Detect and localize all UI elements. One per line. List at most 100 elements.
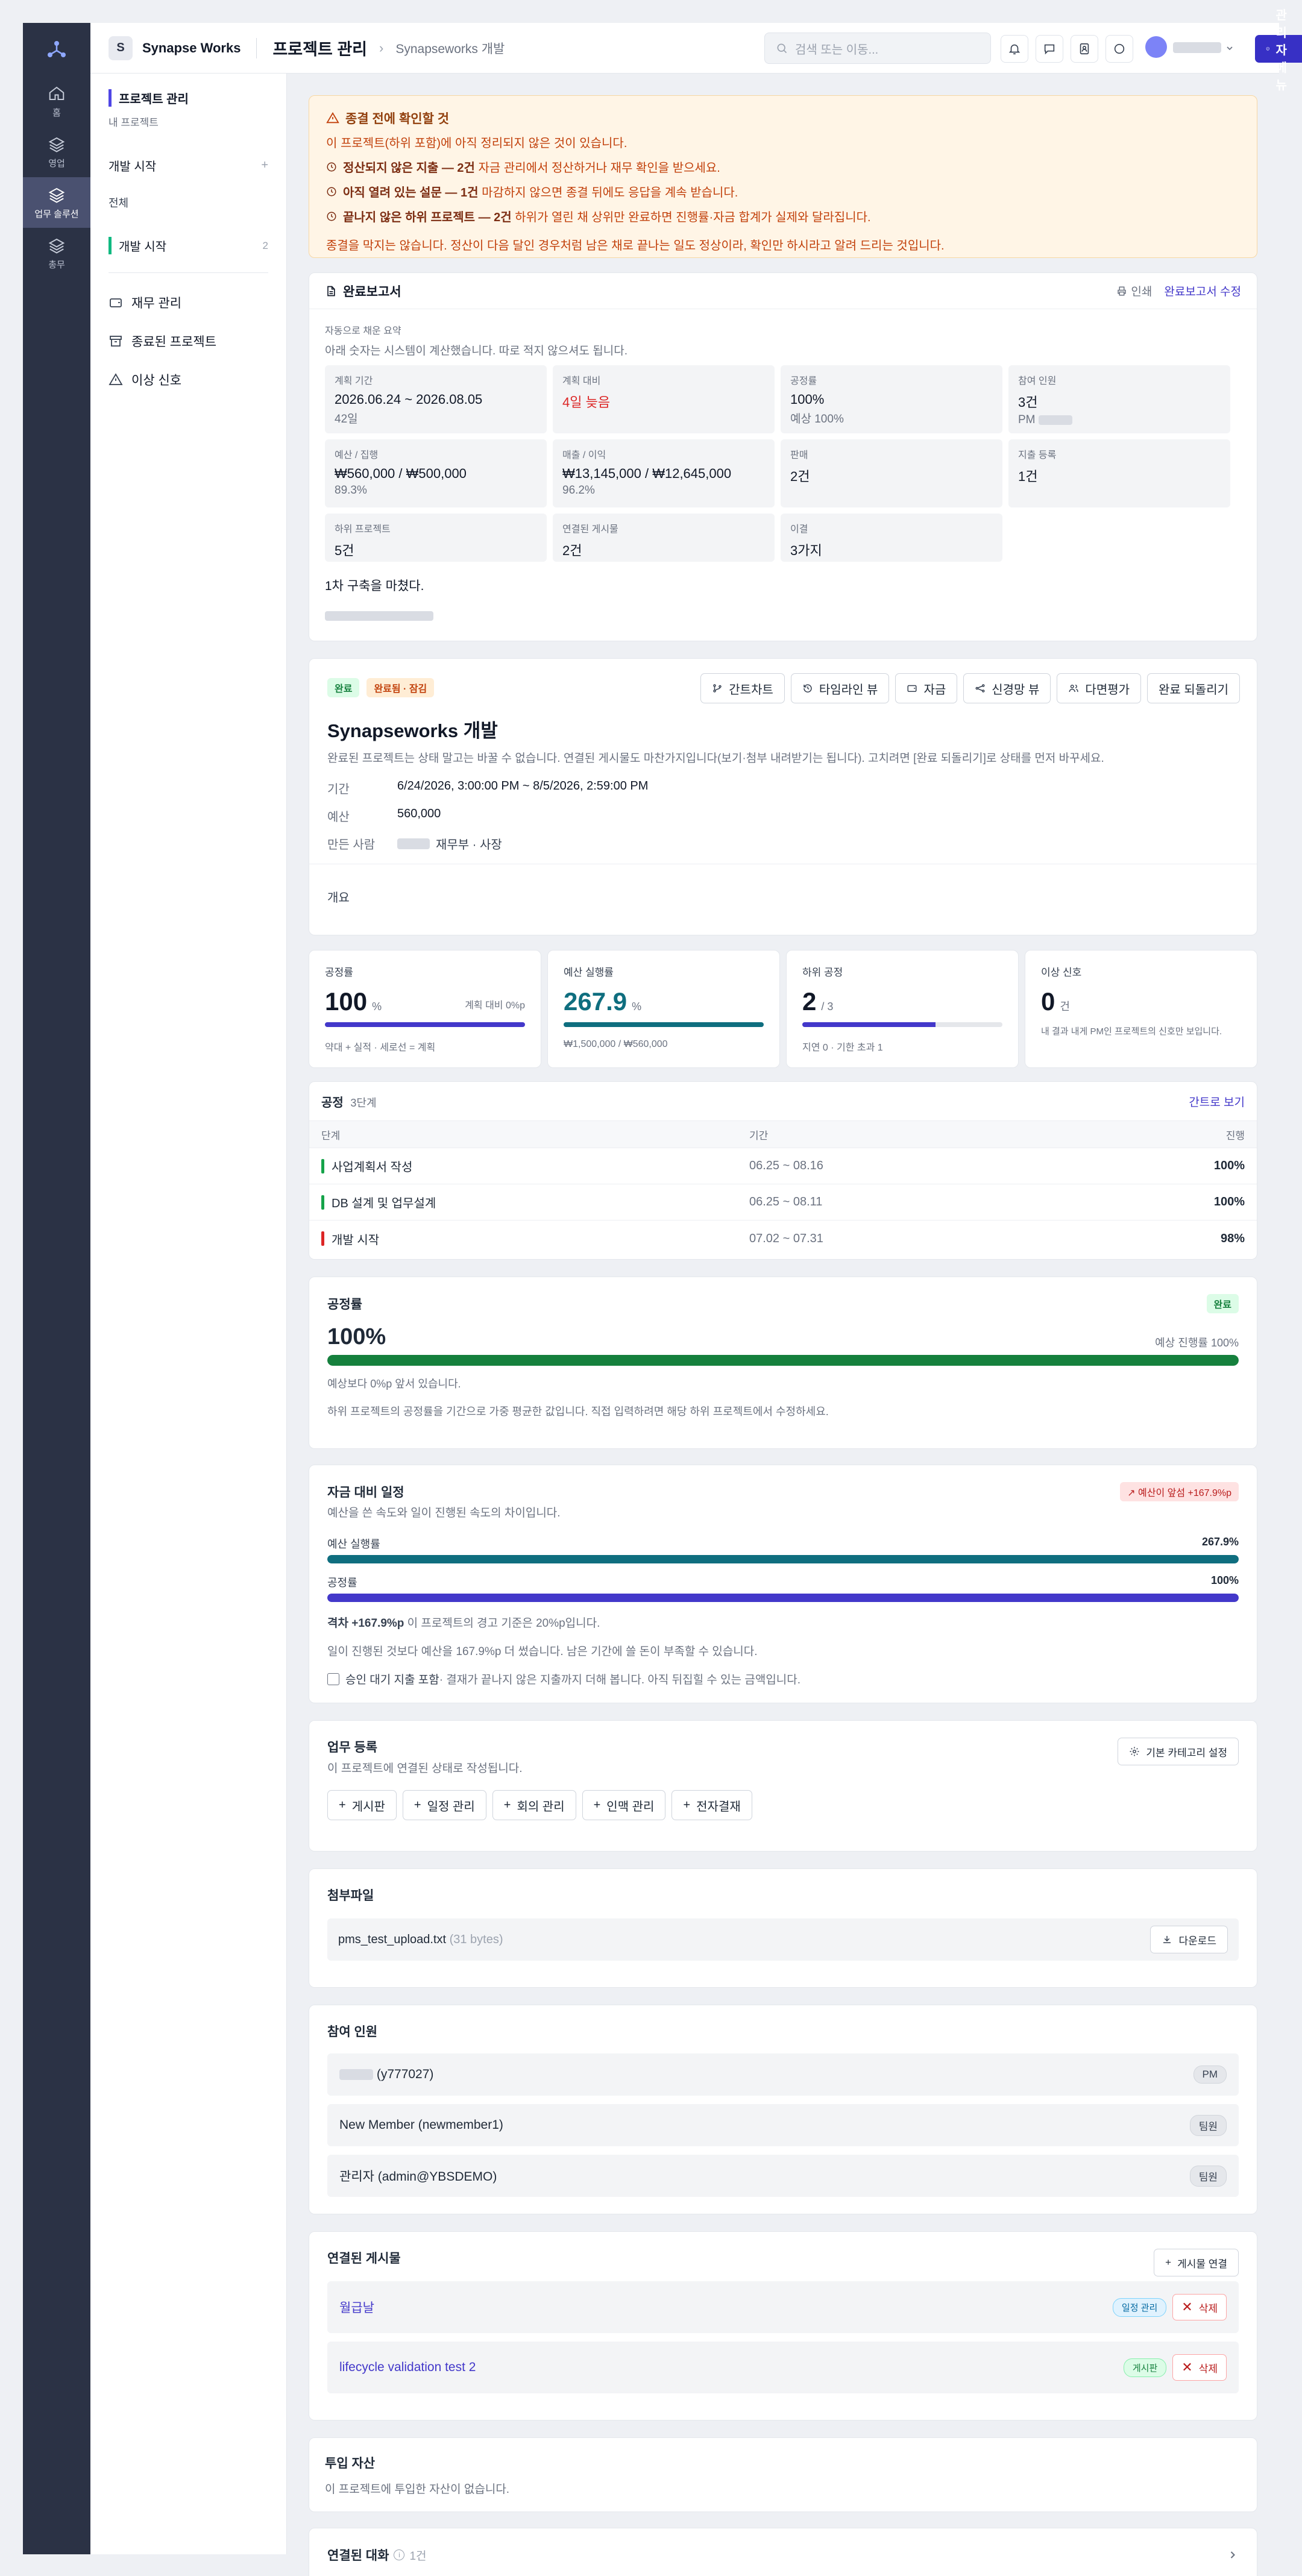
app-logo[interactable]	[23, 23, 90, 76]
funds-button[interactable]: 자금	[895, 673, 958, 703]
subnav-dev-start-group[interactable]: 개발 시작 +	[108, 157, 286, 174]
redacted-name	[1038, 415, 1072, 425]
subnav-item-label: 개발 시작	[108, 237, 166, 254]
warning-item-text: 마감하지 않으면 종결 뒤에도 응답을 계속 받습니다.	[478, 186, 738, 199]
kpi-number: 2	[802, 987, 817, 1016]
search-icon	[777, 43, 787, 54]
auto-summary-label: 자동으로 채운 요약	[325, 326, 401, 336]
post-title-link[interactable]: lifecycle validation test 2	[339, 2360, 476, 2375]
add-contact-button[interactable]: + 인맥 관리	[582, 1790, 666, 1820]
attachment-size: (31 bytes)	[449, 1932, 503, 1946]
subnav-all[interactable]: 전체	[108, 195, 286, 210]
breadcrumb[interactable]: Synapseworks 개발	[395, 39, 505, 57]
subnav-dev-start-label: 개발 시작	[108, 160, 157, 174]
linked-chat-card[interactable]: 연결된 대화 i 1건	[309, 2528, 1257, 2576]
avatar[interactable]	[1145, 36, 1167, 58]
list-item: 관리자 (admin@YBSDEMO) 팀원	[327, 2155, 1239, 2197]
delete-post-button[interactable]: ✕ 삭제	[1172, 2294, 1227, 2320]
rail-item-home[interactable]: 홈	[23, 76, 90, 127]
pending-expense-checkbox[interactable]	[327, 1673, 339, 1685]
notification-button[interactable]	[1001, 35, 1028, 63]
table-row[interactable]: 개발 시작 07.02 ~ 07.31 98%	[309, 1220, 1257, 1257]
brand-name[interactable]: Synapse Works	[142, 40, 241, 56]
button-label: 게시물 연결	[1177, 2258, 1227, 2270]
gantt-chart-button[interactable]: 간트차트	[700, 673, 785, 703]
close-icon: ✕	[1181, 2360, 1193, 2375]
assets-empty: 이 프로젝트에 투입한 자산이 없습니다.	[325, 2483, 510, 2496]
kpi-bar	[325, 1022, 525, 1027]
neural-view-button[interactable]: 신경망 뷰	[963, 673, 1051, 703]
rail-item-solutions[interactable]: 업무 솔루션	[23, 177, 90, 228]
report-summary: 1차 구축을 마쳤다.	[325, 579, 424, 593]
attachment-filename[interactable]: pms_test_upload.txt	[338, 1933, 446, 1946]
checkbox-label: 승인 대기 지출 포함	[345, 1674, 439, 1686]
kpi-value: 0건	[1041, 987, 1241, 1016]
button-label: 삭제	[1198, 2302, 1218, 2314]
plus-icon: +	[683, 1798, 691, 1812]
gap-note: 이 프로젝트의 경고 기준은 20%p입니다.	[404, 1617, 600, 1630]
subnav-item-anomalies[interactable]: 이상 신호	[108, 371, 286, 389]
revert-completion-button[interactable]: 완료 되돌리기	[1147, 673, 1240, 703]
contacts-button[interactable]	[1071, 35, 1098, 63]
timeline-view-button[interactable]: 타임라인 뷰	[790, 673, 890, 703]
user-name-redacted[interactable]	[1173, 42, 1221, 53]
member-role-badge: 팀원	[1189, 2114, 1227, 2136]
edit-report-link[interactable]: 완료보고서 수정	[1164, 283, 1241, 299]
progress-value: 100%	[327, 1324, 386, 1349]
rail-item-general[interactable]: 총무	[23, 228, 90, 278]
table-row[interactable]: 사업계획서 작성 06.25 ~ 08.16 100%	[309, 1148, 1257, 1184]
default-category-settings-button[interactable]: 기본 카테고리 설정	[1118, 1738, 1239, 1765]
multi-review-button[interactable]: 다면평가	[1057, 673, 1142, 703]
admin-menu-button[interactable]: 관리자 메뉴	[1255, 9, 1302, 92]
message-button[interactable]	[1036, 35, 1063, 63]
search-placeholder: 검색 또는 이동...	[795, 43, 879, 57]
add-meeting-button[interactable]: + 회의 관리	[492, 1790, 576, 1820]
fund-gap-badge-text: 예산이 앞섬 +167.9%p	[1138, 1488, 1231, 1498]
add-approval-button[interactable]: + 전자결재	[671, 1790, 752, 1820]
subnav-header[interactable]: 프로젝트 관리	[108, 89, 286, 107]
stat-sub: 96.2%	[562, 484, 595, 497]
list-item: lifecycle validation test 2 게시판 ✕ 삭제	[327, 2342, 1239, 2393]
chevron-down-icon[interactable]	[1225, 43, 1234, 53]
table-row[interactable]: DB 설계 및 업무설계 06.25 ~ 08.11 100%	[309, 1184, 1257, 1220]
subnav-link-label: 종료된 프로젝트	[131, 335, 217, 349]
section-title: 연결된 대화	[327, 2549, 389, 2563]
gantt-view-link[interactable]: 간트로 보기	[1189, 1093, 1245, 1110]
subnav-item-closed-projects[interactable]: 종료된 프로젝트	[108, 332, 286, 350]
stage-table-header: 단계 기간 진행	[309, 1120, 1257, 1148]
budget-execution-value: 267.9%	[1201, 1536, 1239, 1548]
rail-item-sales[interactable]: 영업	[23, 127, 90, 177]
warning-item: 끝나지 않은 하위 프로젝트 — 2건 하위가 열린 채 상위만 완료하면 진행…	[326, 207, 1240, 225]
stat-value: 3가지	[790, 543, 822, 558]
gear-icon	[1130, 1747, 1139, 1756]
plus-icon: +	[593, 1798, 601, 1812]
add-schedule-button[interactable]: + 일정 관리	[402, 1790, 486, 1820]
stat-cell: 판매 2건	[781, 439, 1002, 507]
search-input[interactable]: 검색 또는 이동...	[764, 33, 991, 64]
warning-item-text: 자금 관리에서 정산하거나 재무 확인을 받으세요.	[474, 162, 720, 175]
stat-label: 공정률	[790, 376, 817, 386]
kpi-bar-fill	[325, 1022, 525, 1027]
button-label: 회의 관리	[517, 1800, 565, 1814]
kpi-row: 공정률 100% 계획 대비 0%p 약대 + 실적 · 세로선 = 계획 예산…	[309, 950, 1257, 1068]
add-board-button[interactable]: + 게시판	[327, 1790, 397, 1820]
button-label: 자금	[923, 683, 946, 697]
warning-item-text: 하위가 열린 채 상위만 완료하면 진행률·자금 합계가 실제와 달라집니다.	[511, 211, 871, 224]
column-header: 진행	[1225, 1129, 1245, 1142]
download-button[interactable]: 다운로드	[1150, 1926, 1228, 1953]
layers-icon	[48, 187, 65, 203]
subnav-item-finance[interactable]: 재무 관리	[108, 294, 286, 312]
close-icon: ✕	[1181, 2299, 1193, 2314]
subnav-item-dev-start[interactable]: 개발 시작 2	[108, 237, 286, 254]
stat-label: 이결	[790, 524, 808, 535]
owner-label: 만든 사람	[327, 838, 376, 852]
chat-button[interactable]	[1105, 35, 1133, 63]
post-title-link[interactable]: 월급날	[339, 2298, 374, 2316]
print-button[interactable]: 인쇄	[1116, 283, 1152, 299]
section-title: 자금 대비 일정	[327, 1486, 404, 1500]
kpi-side-note: 계획 대비 0%p	[465, 1001, 525, 1011]
section-title: 완료보고서	[325, 282, 401, 300]
delete-post-button[interactable]: ✕ 삭제	[1172, 2354, 1227, 2381]
subnav-add-button[interactable]: +	[261, 159, 268, 172]
link-post-button[interactable]: + 게시물 연결	[1154, 2249, 1239, 2276]
